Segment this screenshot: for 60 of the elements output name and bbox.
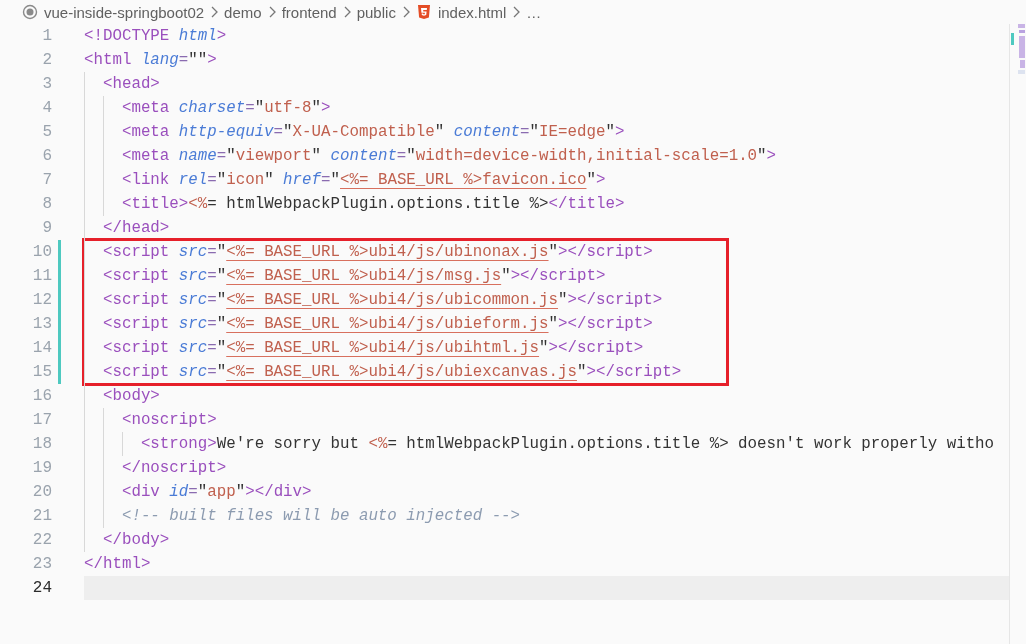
code-line: <noscript>: [120, 410, 217, 431]
code-line: <head>: [101, 74, 160, 95]
chevron-icon: [267, 6, 276, 18]
code-line: <script src="<%= BASE_URL %>ubi4/js/ubieform.js"></script>: [101, 314, 653, 335]
code-line: <body>: [101, 386, 160, 407]
line-number: 21: [32, 506, 52, 527]
breadcrumb-item[interactable]: public: [356, 3, 396, 21]
code-line: <script src="<%= BASE_URL %>ubi4/js/msg.js"></script>: [101, 266, 606, 287]
chevron-icon: [401, 6, 410, 18]
chevron-icon: [512, 6, 521, 18]
line-number: 15: [32, 362, 52, 383]
breadcrumb-item[interactable]: vue-inside-springboot02: [44, 3, 205, 21]
code-line: <meta charset="utf-8">: [120, 98, 331, 119]
line-number: 8: [42, 194, 52, 215]
line-number: 11: [32, 266, 52, 287]
line-number: 18: [32, 434, 52, 455]
line-number: 23: [32, 554, 52, 575]
code-line: </head>: [101, 218, 170, 239]
code-line: <strong>We're sorry but <%= htmlWebpackPlugin.options.title %> doesn't work properly witho: [139, 434, 995, 455]
line-number: 14: [32, 338, 52, 359]
line-number: 9: [42, 218, 52, 239]
line-number: 10: [32, 242, 52, 263]
line-number: 7: [42, 170, 52, 191]
breadcrumb-item[interactable]: demo: [224, 3, 262, 21]
code-line: <link rel="icon" href="<%= BASE_URL %>favicon.ico">: [120, 170, 606, 191]
chevron-icon: [342, 6, 351, 18]
line-number: 4: [42, 98, 52, 119]
repository-circle-icon: [22, 4, 38, 20]
line-number: 24: [32, 578, 52, 599]
code-line: <div id="app"></div>: [120, 482, 312, 503]
line-number: 6: [42, 146, 52, 167]
line-number: 17: [32, 410, 52, 431]
code-line: <meta http-equiv="X-UA-Compatible" content="IE=edge">: [120, 122, 625, 143]
code-line: </html>: [84, 554, 151, 575]
line-number: 1: [42, 26, 52, 47]
breadcrumb-more[interactable]: …: [526, 3, 542, 21]
breadcrumb-item[interactable]: index.html: [437, 3, 507, 21]
code-line: <title><%= htmlWebpackPlugin.options.title %></title>: [120, 194, 625, 215]
line-number: 13: [32, 314, 52, 335]
line-number: 3: [42, 74, 52, 95]
chevron-icon: [210, 6, 219, 18]
line-number: 22: [32, 530, 52, 551]
code-line: </noscript>: [120, 458, 227, 479]
line-number: 19: [32, 458, 52, 479]
code-line: <script src="<%= BASE_URL %>ubi4/js/ubicommon.js"></script>: [101, 290, 663, 311]
code-line: <meta name="viewport" content="width=device-width,initial-scale=1.0">: [120, 146, 777, 167]
html5-icon: [415, 4, 432, 20]
line-number: 16: [32, 386, 52, 407]
code-line: <script src="<%= BASE_URL %>ubi4/js/ubinonax.js"></script>: [101, 242, 653, 263]
line-number: 20: [32, 482, 52, 503]
line-number: 5: [42, 122, 52, 143]
breadcrumb-item[interactable]: frontend: [281, 3, 337, 21]
code-line: </body>: [101, 530, 170, 551]
code-line: <script src="<%= BASE_URL %>ubi4/js/ubiexcanvas.js"></script>: [101, 362, 682, 383]
code-line: <!-- built files will be auto injected -->: [120, 506, 521, 527]
line-number: 2: [42, 50, 52, 71]
code-line: <script src="<%= BASE_URL %>ubi4/js/ubihtml.js"></script>: [101, 338, 644, 359]
code-line: <!DOCTYPE html>: [84, 26, 227, 47]
code-line: <html lang="">: [84, 50, 217, 71]
line-number: 12: [32, 290, 52, 311]
